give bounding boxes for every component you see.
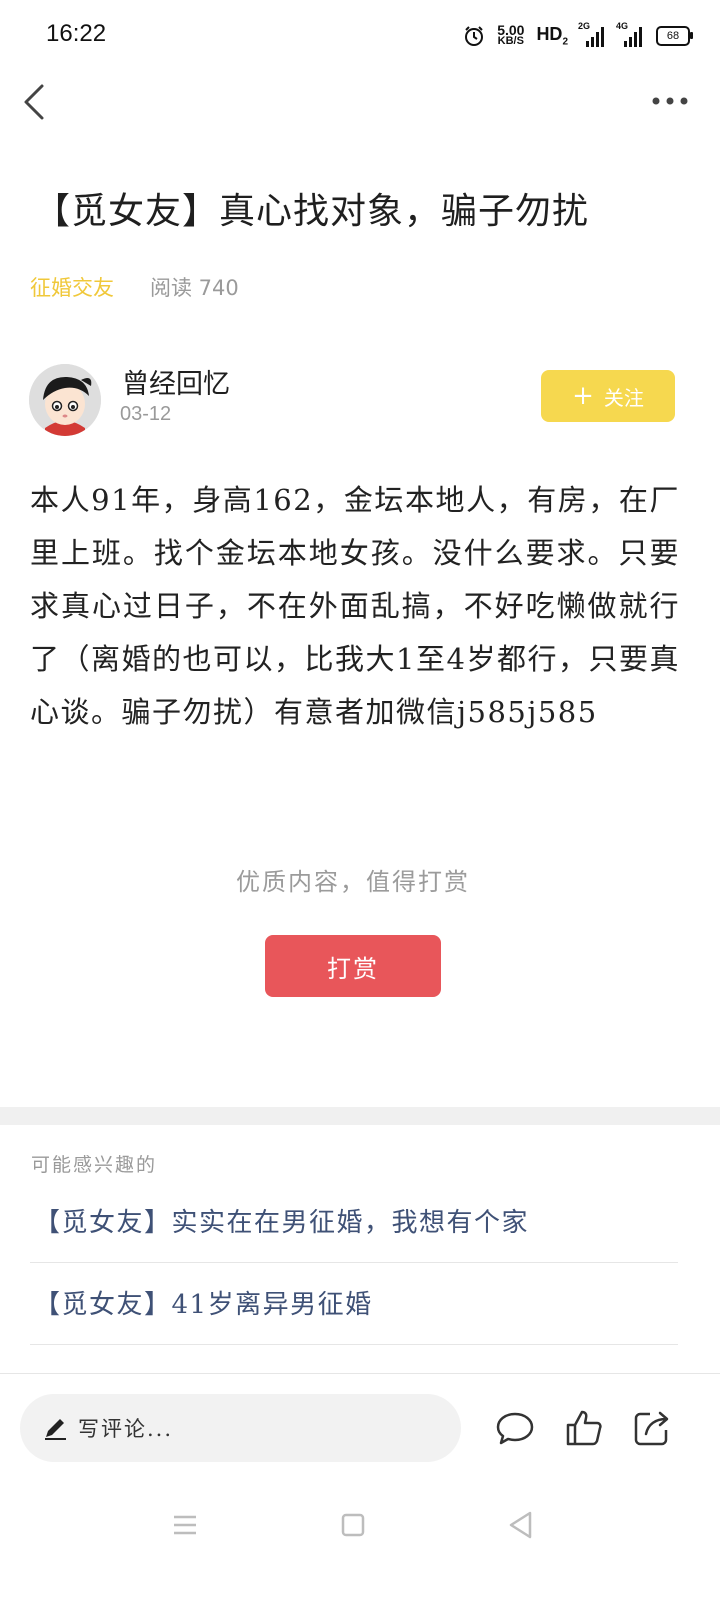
share-icon[interactable] (632, 1408, 672, 1448)
comment-icon[interactable] (495, 1408, 535, 1448)
comment-input[interactable]: 写评论... (20, 1394, 461, 1462)
category-link[interactable]: 征婚交友 (30, 272, 114, 302)
article-body: 本人91年，身高162，金坛本地人，有房，在厂里上班。找个金坛本地女孩。没什么要… (30, 483, 680, 729)
author-name[interactable]: 曾经回忆 (122, 362, 230, 401)
pen-icon (45, 1419, 66, 1440)
status-bar: 16:22 5.00 KB/S HD2 2G 4G 68 (0, 0, 720, 70)
status-icons: 5.00 KB/S HD2 2G 4G 68 (463, 21, 693, 50)
signal-icon: 2G (578, 21, 606, 47)
list-item-title: 【觅女友】41岁离异男征婚 (34, 1290, 373, 1320)
menu-icon[interactable] (172, 1512, 198, 1538)
list-item[interactable]: 【觅女友】实实在在男征婚，我想有个家 (30, 1180, 678, 1263)
follow-label: 关注 (603, 385, 644, 410)
post-date: 03-12 (120, 403, 172, 425)
battery-icon: 68 (656, 26, 693, 46)
hd-indicator: HD2 (536, 24, 568, 48)
like-icon[interactable] (564, 1408, 604, 1448)
read-count: 阅读 740 (150, 276, 239, 300)
net-speed: 5.00 KB/S (497, 22, 525, 47)
back-triangle-icon[interactable] (508, 1510, 534, 1540)
alarm-icon (465, 26, 484, 46)
list-item[interactable]: 【觅女友】41岁离异男征婚 (30, 1262, 678, 1345)
comment-placeholder: 写评论... (78, 1417, 174, 1441)
avatar[interactable] (29, 364, 101, 436)
system-nav-bar (0, 1483, 720, 1600)
signal-icon: 4G (616, 21, 644, 47)
section-divider (0, 1107, 720, 1125)
reward-hint: 优质内容，值得打赏 (236, 868, 470, 896)
back-icon[interactable] (16, 80, 56, 124)
list-item-title: 【觅女友】实实在在男征婚，我想有个家 (34, 1208, 530, 1238)
home-icon[interactable] (340, 1512, 366, 1538)
follow-button[interactable]: + 关注 (541, 370, 675, 422)
recommend-section-title: 可能感兴趣的 (31, 1154, 158, 1176)
article-title: 【觅女友】真心找对象，骗子勿扰 (34, 191, 590, 232)
more-icon[interactable] (650, 86, 690, 116)
status-time: 16:22 (46, 20, 107, 47)
reward-button[interactable]: 打赏 (265, 935, 441, 997)
plus-icon: + (572, 381, 594, 411)
